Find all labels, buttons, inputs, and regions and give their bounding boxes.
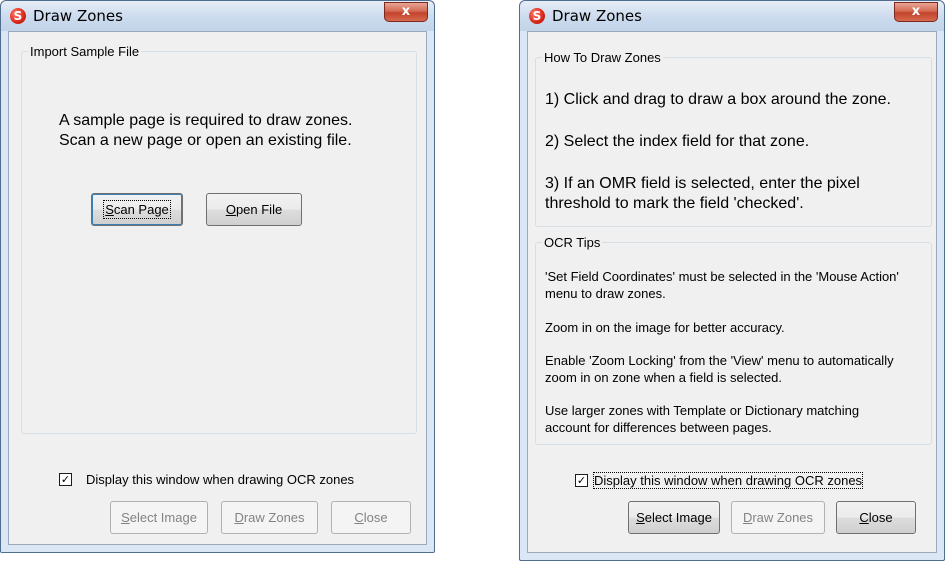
scan-page-button[interactable]: Scan Page [91, 193, 183, 226]
step-1: 1) Click and drag to draw a box around t… [545, 91, 891, 108]
tip-1-line-2: menu to draw zones. [545, 286, 666, 301]
client-area: How To Draw Zones 1) Click and drag to d… [527, 31, 937, 553]
window-title: Draw Zones [33, 7, 123, 25]
mnemonic: S [121, 510, 130, 525]
display-window-checkbox[interactable]: ✓ [575, 474, 588, 487]
draw-zones-window-right: S Draw Zones x How To Draw Zones 1) Clic… [519, 0, 945, 561]
mnemonic: C [354, 510, 364, 525]
label: raw Zones [243, 510, 305, 525]
label: elect Image [129, 510, 197, 525]
message-line-1: A sample page is required to draw zones. [59, 112, 353, 129]
import-sample-group: Import Sample File [21, 44, 417, 434]
tip-2: Zoom in on the image for better accuracy… [545, 320, 785, 335]
message-line-2: Scan a new page or open an existing file… [59, 132, 352, 149]
mnemonic: S [636, 510, 645, 525]
window-title: Draw Zones [552, 7, 642, 25]
close-window-button[interactable]: x [894, 2, 938, 22]
app-logo-icon: S [529, 8, 545, 24]
select-image-button[interactable]: Select Image [110, 501, 208, 534]
client-area: Import Sample File A sample page is requ… [8, 31, 427, 545]
title-bar[interactable]: S Draw Zones x [1, 1, 434, 31]
close-icon: x [401, 4, 411, 19]
label: pen File [235, 202, 283, 217]
draw-zones-button[interactable]: Draw Zones [221, 501, 318, 534]
ocr-tips-title: OCR Tips [544, 235, 601, 250]
close-button[interactable]: Close [836, 501, 916, 534]
app-logo-icon: S [10, 8, 26, 24]
close-icon: x [911, 4, 921, 19]
step-3-line-2: threshold to mark the field 'checked'. [545, 195, 804, 212]
label: raw Zones [752, 510, 814, 525]
open-file-button[interactable]: Open File [206, 193, 302, 226]
display-window-checkbox[interactable]: ✓ [59, 473, 72, 486]
tip-3-line-1: Enable 'Zoom Locking' from the 'View' me… [545, 353, 894, 368]
mnemonic: C [859, 510, 869, 525]
mnemonic: O [225, 202, 236, 217]
group-title: Import Sample File [30, 44, 140, 59]
how-to-title: How To Draw Zones [544, 50, 661, 65]
mnemonic: S [105, 202, 114, 217]
close-button[interactable]: Close [331, 501, 411, 534]
mnemonic: D [742, 510, 753, 525]
tip-4-line-1: Use larger zones with Template or Dictio… [545, 403, 860, 418]
select-image-button[interactable]: Select Image [628, 501, 720, 534]
close-window-button[interactable]: x [384, 2, 428, 22]
label: can Page [113, 202, 169, 217]
display-window-label: Display this window when drawing OCR zon… [592, 472, 864, 489]
draw-zones-window-left: S Draw Zones x Import Sample File A samp… [0, 0, 435, 553]
tip-4-line-2: account for differences between pages. [545, 420, 772, 435]
checkmark-icon: ✓ [60, 473, 71, 486]
step-2: 2) Select the index field for that zone. [545, 133, 810, 150]
label: lose [868, 510, 893, 525]
step-3-line-1: 3) If an OMR field is selected, enter th… [545, 175, 860, 192]
title-bar[interactable]: S Draw Zones x [520, 1, 944, 31]
label: lose [363, 510, 388, 525]
checkmark-icon: ✓ [576, 474, 587, 487]
mnemonic: D [234, 510, 244, 525]
tip-3-line-2: zoom in on zone when a field is selected… [545, 370, 783, 385]
draw-zones-button[interactable]: Draw Zones [731, 501, 825, 534]
label: elect Image [644, 510, 712, 525]
display-window-label: Display this window when drawing OCR zon… [86, 472, 355, 487]
tip-1-line-1: 'Set Field Coordinates' must be selected… [545, 269, 899, 284]
